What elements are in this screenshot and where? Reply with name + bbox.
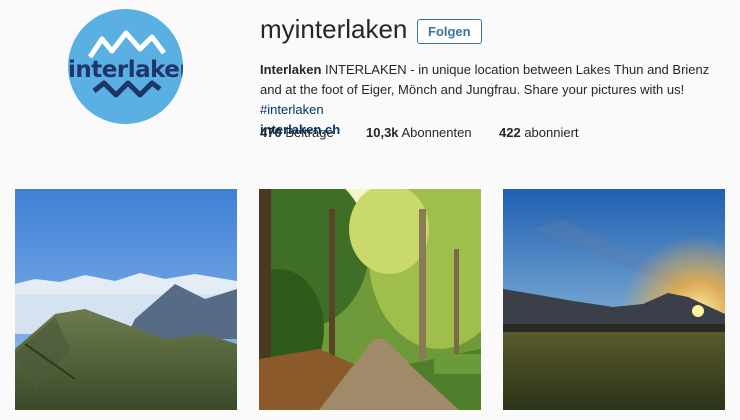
avatar-brand-text: interlaken: [68, 57, 183, 83]
post-image-autumn-path: [259, 189, 481, 410]
post-thumbnail-3[interactable]: [503, 189, 725, 410]
followers-label: Abonnenten: [401, 125, 472, 140]
posts-label: Beiträge: [285, 125, 334, 140]
stat-followers[interactable]: 10,3k Abonnenten: [366, 125, 472, 140]
following-count: 422: [499, 125, 521, 140]
bio-hashtag-link[interactable]: #interlaken: [260, 102, 324, 117]
following-label: abonniert: [524, 125, 579, 140]
follow-button[interactable]: Folgen: [417, 19, 482, 44]
bio-name: Interlaken: [260, 62, 322, 77]
post-image-sunset-meadow: [503, 189, 725, 410]
posts-count: 470: [260, 125, 282, 140]
post-thumbnail-2[interactable]: [259, 189, 481, 410]
profile-username: myinterlaken: [260, 14, 408, 44]
followers-count: 10,3k: [366, 125, 399, 140]
stat-following[interactable]: 422 abonniert: [499, 125, 579, 140]
stat-posts: 470 Beiträge: [260, 125, 334, 140]
profile-avatar[interactable]: interlaken: [68, 9, 183, 124]
post-thumbnail-1[interactable]: [15, 189, 237, 410]
post-image-mountain-clouds: [15, 189, 237, 410]
bio-text: INTERLAKEN - in unique location between …: [260, 62, 710, 97]
